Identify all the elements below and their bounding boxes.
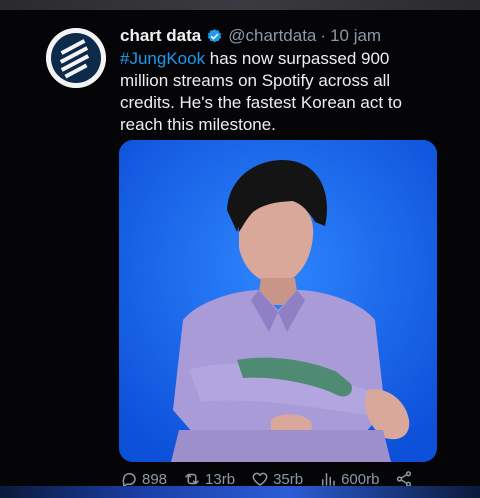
window-top-edge bbox=[0, 0, 480, 10]
window-bottom-edge bbox=[0, 486, 480, 498]
retweet-count: 13rb bbox=[205, 470, 236, 488]
chart-data-logo-icon bbox=[46, 28, 106, 88]
avatar[interactable] bbox=[46, 28, 106, 88]
tweet-card[interactable]: chart data @chartdata · 10 jam #JungKook… bbox=[0, 10, 480, 488]
reply-count: 898 bbox=[142, 470, 168, 488]
tweet-header: chart data @chartdata · 10 jam bbox=[120, 24, 460, 48]
tweet-text: #JungKook has now surpassed 900 million … bbox=[120, 48, 440, 136]
separator-dot: · bbox=[320, 26, 327, 45]
like-count: 35rb bbox=[273, 470, 304, 488]
hashtag-link[interactable]: #JungKook bbox=[120, 49, 205, 68]
verified-badge-icon bbox=[208, 28, 222, 42]
tweet-media[interactable] bbox=[119, 140, 437, 462]
photo-of-person bbox=[119, 140, 437, 462]
view-count: 600rb bbox=[341, 470, 380, 488]
timestamp[interactable]: 10 jam bbox=[330, 26, 381, 46]
account-name[interactable]: chart data bbox=[120, 26, 201, 46]
account-handle[interactable]: @chartdata bbox=[228, 26, 316, 46]
